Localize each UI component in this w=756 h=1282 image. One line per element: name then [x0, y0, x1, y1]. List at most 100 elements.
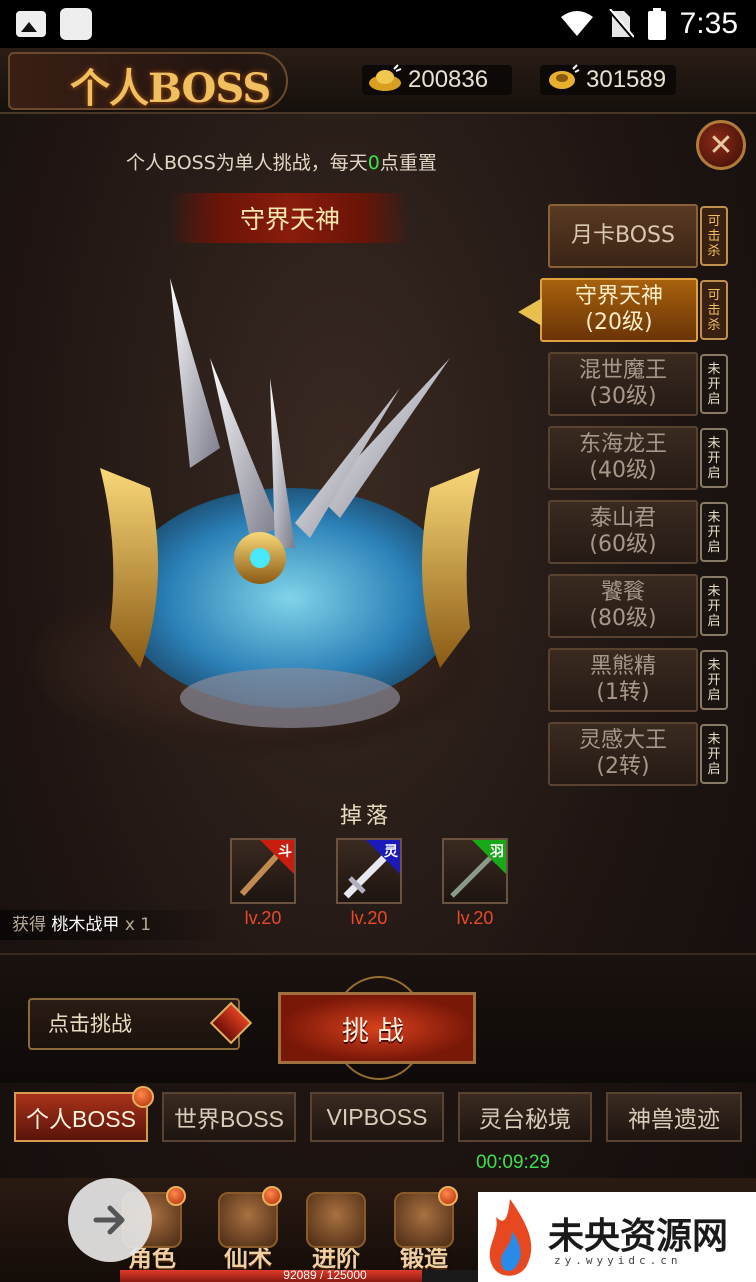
boss-status-tag: 未开启 — [700, 650, 728, 710]
boss-item-name: 饕餮 — [600, 580, 645, 605]
notification-dot-icon — [262, 1186, 282, 1206]
boss-list-item[interactable]: 灵感大王 (2转) — [548, 722, 698, 786]
drop-item-slot: 羽 — [442, 838, 508, 904]
boss-status-tag: 可击杀 — [700, 280, 728, 340]
watermark-url: zy.wyyidc.cn — [554, 1254, 682, 1267]
reward-label: 获得 — [12, 915, 46, 935]
flame-logo-icon — [489, 1199, 532, 1276]
boss-name-banner: 守界天神 — [170, 193, 410, 243]
boss-model-image — [100, 278, 480, 728]
boss-status-tag: 未开启 — [700, 354, 728, 414]
drop-badge-text: 灵 — [384, 844, 398, 860]
gold-ingot-icon — [369, 64, 402, 91]
gold-amount-pill: 200836 — [362, 64, 512, 95]
tab-label: 灵台秘境 — [479, 1106, 571, 1132]
boss-item-name: 黑熊精 — [589, 654, 656, 679]
boss-status-tag: 未开启 — [700, 724, 728, 784]
boss-mode-tabs: 个人BOSS 世界BOSS VIPBOSS 灵台秘境 神兽遗迹 — [0, 1086, 756, 1148]
nav-forge[interactable]: 锻造 — [384, 1186, 464, 1280]
spellbook-icon — [218, 1186, 282, 1248]
tab-beast-ruins[interactable]: 神兽遗迹 — [606, 1092, 742, 1142]
challenge-button-label: 挑战 — [342, 1015, 412, 1047]
arrow-right-icon — [93, 1205, 125, 1235]
tap-challenge-label: 点击挑战 — [48, 1012, 132, 1036]
status-bar: 7:35 — [0, 0, 756, 48]
boss-list-item[interactable]: 黑熊精 (1转) — [548, 648, 698, 712]
drop-item-slot: 灵 — [336, 838, 402, 904]
image-notification-icon — [16, 11, 46, 37]
drops-title: 掉落 — [340, 804, 393, 829]
tab-label: 世界BOSS — [174, 1106, 284, 1132]
close-icon: ✕ — [708, 127, 734, 163]
gold-amount: 200836 — [408, 66, 489, 93]
drop-item[interactable]: 羽 lv.20 — [442, 838, 508, 929]
nav-skills[interactable]: 仙术 — [208, 1186, 288, 1280]
wifi-icon — [560, 11, 593, 36]
reward-count: x 1 — [124, 915, 152, 935]
boss-status-tag: 未开启 — [700, 502, 728, 562]
boss-item-name: 守界天神 — [574, 284, 663, 309]
drop-item[interactable]: 灵 lv.20 — [336, 838, 402, 929]
boss-item-level: (20级) — [585, 310, 653, 335]
boss-status-tag: 未开启 — [700, 428, 728, 488]
exp-text: 92089 / 125000 — [283, 1268, 367, 1282]
drop-badge-text: 羽 — [490, 844, 504, 860]
anvil-icon — [394, 1186, 458, 1248]
notification-dot-icon — [438, 1186, 458, 1206]
boss-item-level: (2转) — [596, 754, 650, 779]
nav-advance[interactable]: 进阶 — [296, 1192, 376, 1280]
boss-item-level: (30级) — [589, 384, 657, 409]
header: 个人BOSS 200836 301589 — [0, 48, 756, 114]
ingot-amount-pill: 301589 — [540, 64, 677, 95]
reset-hour: 0 — [367, 152, 380, 174]
reset-hint: 个人BOSS为单人挑战，每天0点重置 — [126, 148, 437, 175]
clock: 7:35 — [679, 7, 738, 40]
drop-item-level: lv.20 — [350, 908, 388, 928]
gold-currency: 200836 — [362, 64, 512, 96]
floating-back-button[interactable] — [68, 1178, 152, 1262]
boss-item-level: (60级) — [589, 532, 657, 557]
app-notification-icon — [60, 8, 92, 40]
tab-label: VIPBOSS — [326, 1103, 428, 1130]
boss-status-tag: 未开启 — [700, 576, 728, 636]
countdown-timer: 00:09:29 — [476, 1152, 550, 1173]
silver-coin-icon — [549, 64, 580, 89]
boss-list-item[interactable]: 东海龙王 (40级) — [548, 426, 698, 490]
drop-item[interactable]: 斗 lv.20 — [230, 838, 296, 929]
boss-list-item[interactable]: 泰山君 (60级) — [548, 500, 698, 564]
notification-dot-icon — [166, 1186, 186, 1206]
boss-status-tag: 可击杀 — [700, 206, 728, 266]
tab-vip-boss[interactable]: VIPBOSS — [310, 1092, 444, 1142]
reward-item-name: 桃木战甲 — [51, 915, 120, 935]
watermark-text: 未央资源网 — [548, 1216, 729, 1257]
boss-list-item[interactable]: 月卡BOSS — [548, 204, 698, 268]
boss-item-level: (80级) — [589, 606, 657, 631]
tab-personal-boss[interactable]: 个人BOSS — [14, 1086, 154, 1142]
challenge-button[interactable]: 挑战 — [278, 992, 476, 1064]
watermark: 未央资源网 zy.wyyidc.cn — [478, 1192, 756, 1282]
game-screen: 个人BOSS 200836 301589 ✕ 个人BOSS为单人挑战，每天0点重… — [0, 48, 756, 1282]
drop-item-level: lv.20 — [456, 908, 494, 928]
tap-challenge-button[interactable]: 点击挑战 — [28, 998, 253, 1050]
boss-item-name: 东海龙王 — [578, 432, 667, 457]
battery-icon — [647, 8, 666, 40]
ingot-amount: 301589 — [586, 66, 667, 93]
drop-item-level: lv.20 — [244, 908, 282, 928]
boss-list-item[interactable]: 混世魔王 (30级) — [548, 352, 698, 416]
ingot-currency: 301589 — [540, 64, 677, 96]
drop-item-slot: 斗 — [230, 838, 296, 904]
boss-item-name: 月卡BOSS — [571, 223, 675, 248]
advance-icon — [306, 1192, 366, 1248]
drop-badge-text: 斗 — [278, 844, 292, 860]
tab-world-boss[interactable]: 世界BOSS — [162, 1092, 296, 1142]
boss-name: 守界天神 — [239, 205, 340, 234]
boss-list-item[interactable]: 饕餮 (80级) — [548, 574, 698, 638]
close-button[interactable]: ✕ — [696, 120, 746, 170]
boss-item-name: 灵感大王 — [578, 728, 667, 753]
tab-label: 神兽遗迹 — [628, 1106, 720, 1132]
tab-label: 个人BOSS — [26, 1106, 136, 1132]
tab-lingtai-realm[interactable]: 灵台秘境 — [458, 1092, 592, 1142]
page-title: 个人BOSS — [70, 65, 271, 112]
notification-dot-icon — [132, 1086, 154, 1108]
boss-list-item-selected[interactable]: 守界天神 (20级) — [518, 278, 698, 342]
